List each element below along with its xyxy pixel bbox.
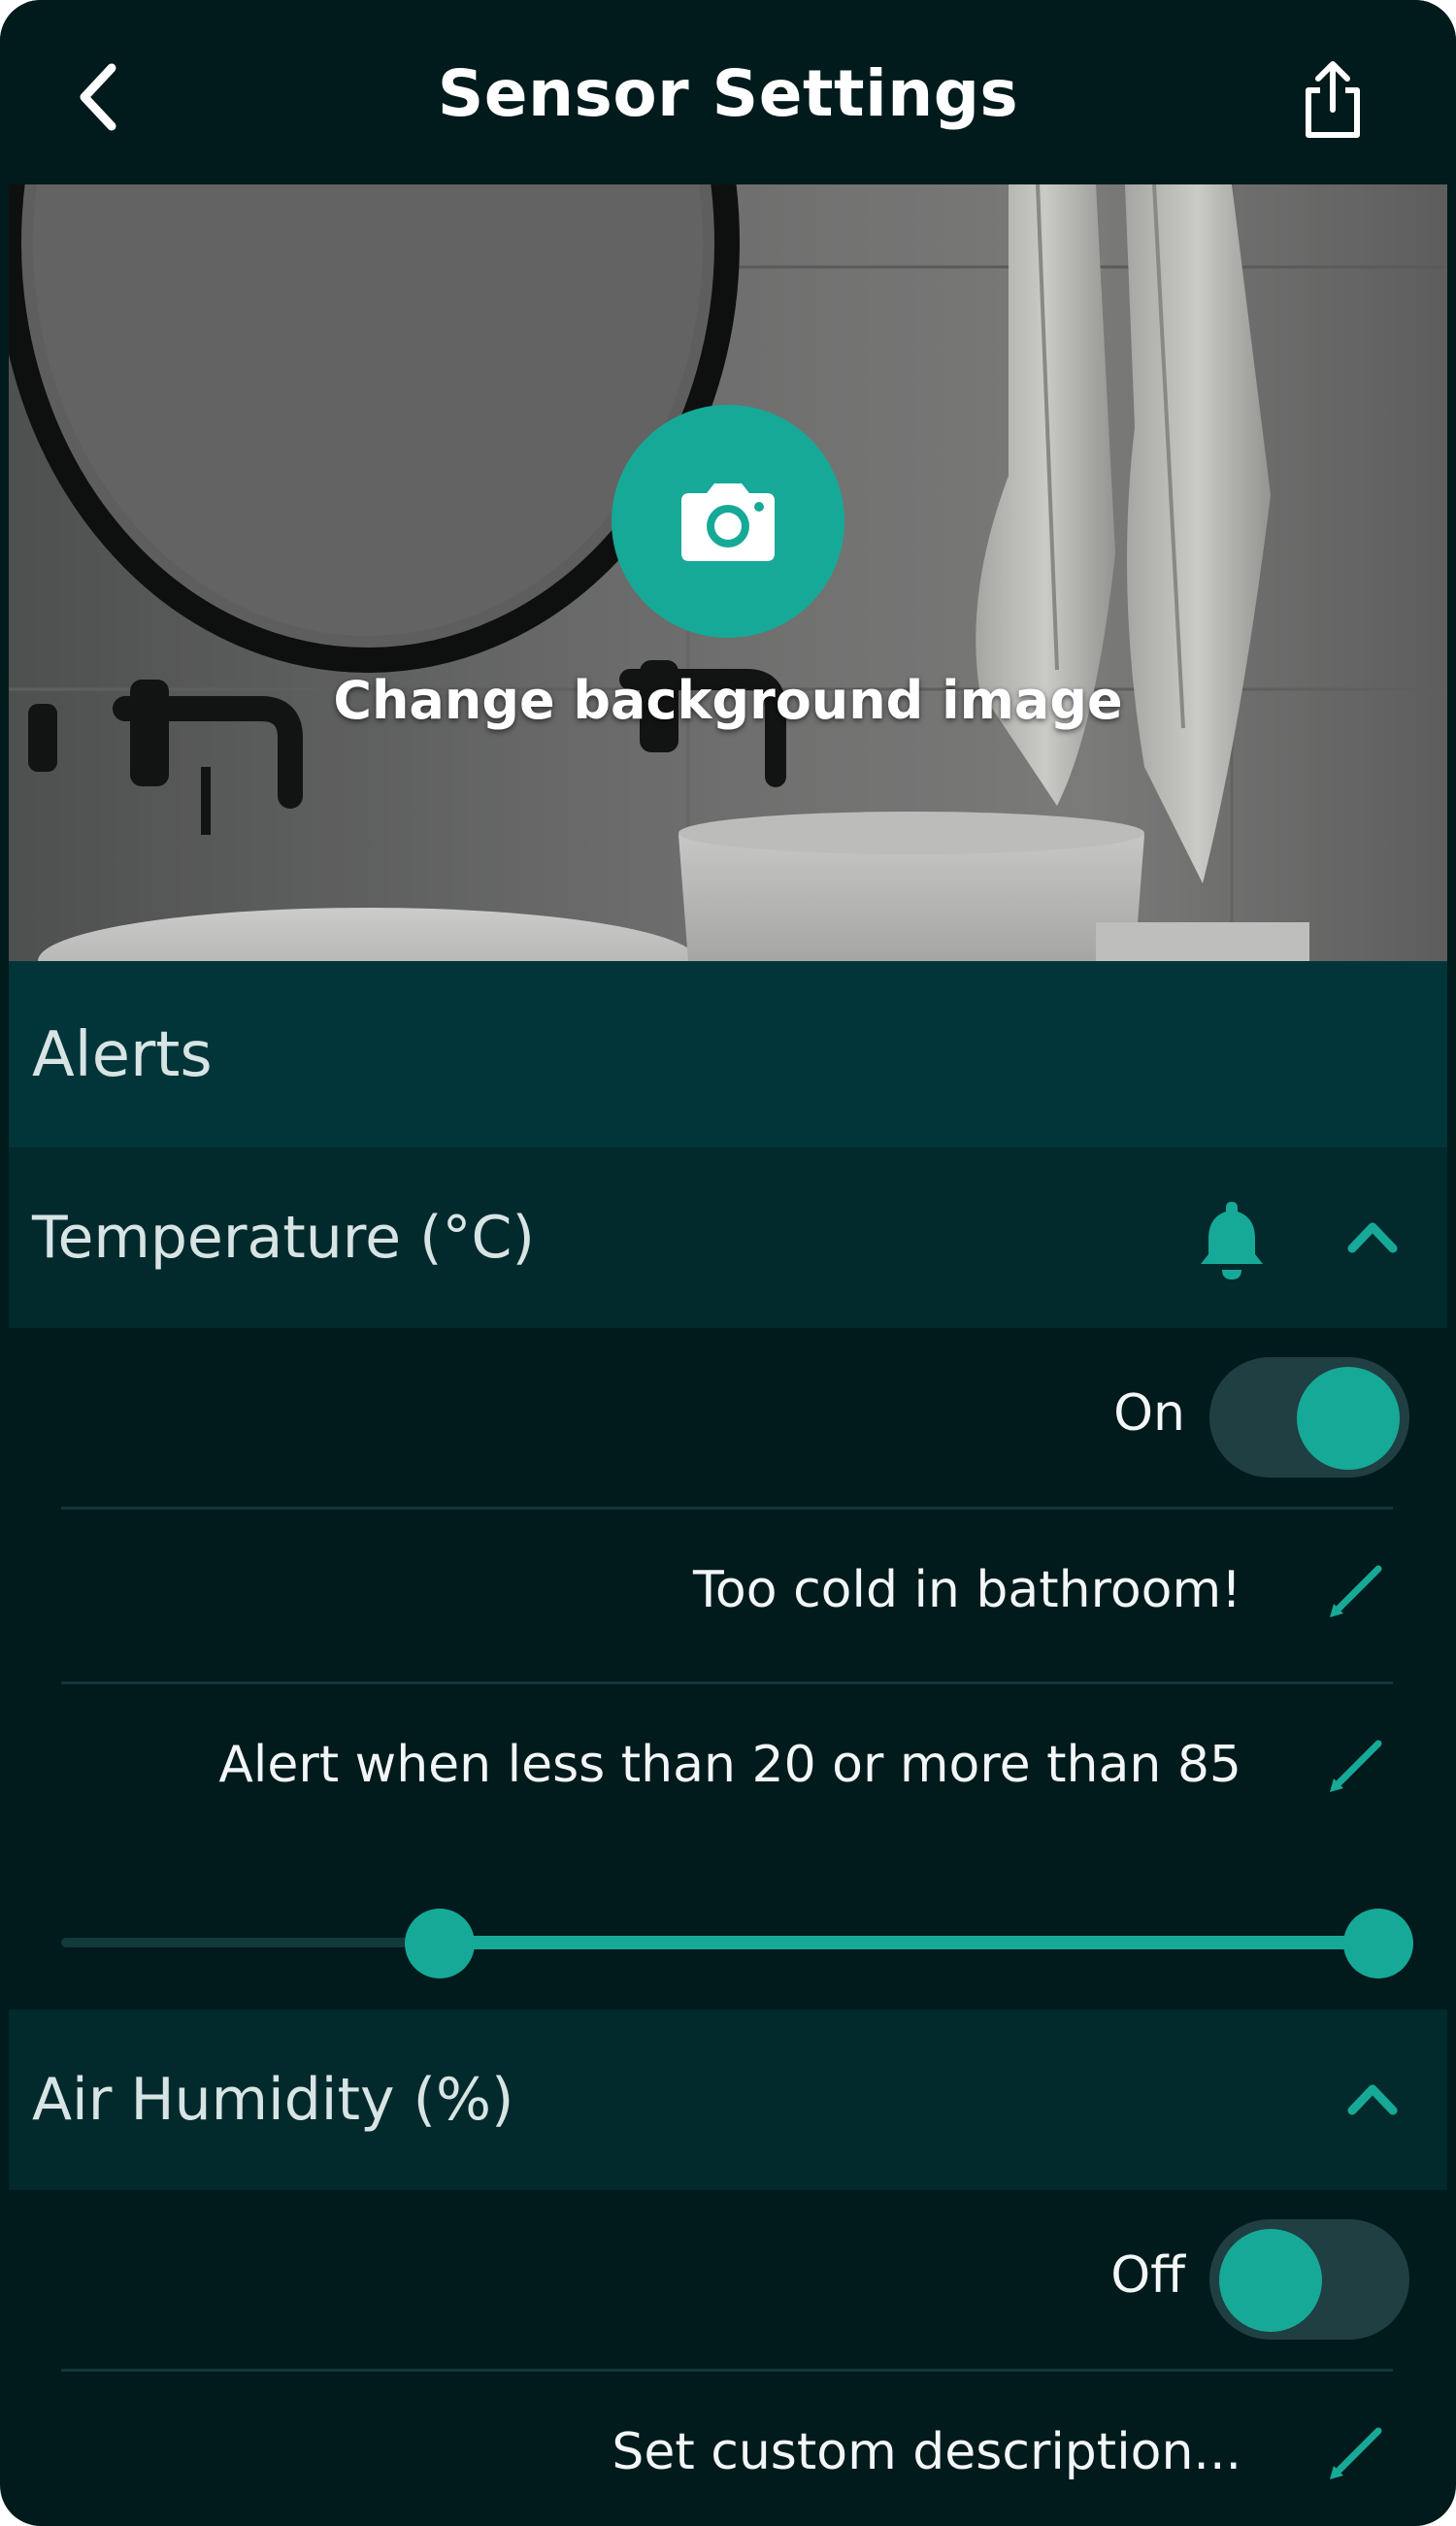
humidity-title: Air Humidity (%) [32, 2066, 514, 2134]
camera-icon [681, 483, 775, 561]
background-image[interactable]: Change background image [9, 184, 1447, 961]
temperature-range-text: Alert when less than 20 or more than 85 [218, 1736, 1241, 1794]
humidity-group-header[interactable]: Air Humidity (%) [9, 2010, 1447, 2190]
toggle-knob [1219, 2229, 1322, 2332]
temperature-range-row[interactable]: Alert when less than 20 or more than 85 [9, 1681, 1447, 1854]
temperature-group-header[interactable]: Temperature (°C) [9, 1147, 1447, 1328]
bell-icon [1201, 1202, 1263, 1280]
toggle-knob [1297, 1367, 1400, 1470]
humidity-description: Set custom description... [612, 2423, 1241, 2481]
humidity-description-row[interactable]: Set custom description... [9, 2369, 1447, 2526]
humidity-toggle-row: Off [9, 2192, 1447, 2365]
share-icon [1306, 61, 1360, 138]
pencil-icon[interactable] [1324, 1555, 1392, 1623]
change-background-label[interactable]: Change background image [9, 670, 1447, 731]
temperature-toggle-row: On [9, 1330, 1447, 1503]
sensor-settings-screen: Sensor Settings Change background image … [0, 0, 1456, 2526]
change-image-button[interactable] [612, 405, 844, 638]
top-bar: Sensor Settings [0, 0, 1456, 184]
slider-thumb-high[interactable] [1343, 1909, 1413, 1978]
slider-range-fill [440, 1936, 1387, 1949]
humidity-toggle-label: Off [1110, 2246, 1185, 2305]
chevron-up-icon[interactable] [1339, 2070, 1406, 2128]
alerts-section-header: Alerts [9, 961, 1447, 1147]
temperature-title: Temperature (°C) [32, 1204, 535, 1272]
temperature-toggle-label: On [1113, 1384, 1185, 1443]
pencil-icon[interactable] [1324, 2417, 1392, 2485]
slider-thumb-low[interactable] [405, 1909, 476, 1978]
temperature-description-row[interactable]: Too cold in bathroom! [9, 1507, 1447, 1679]
page-title: Sensor Settings [437, 56, 1019, 131]
temperature-alert-toggle[interactable] [1209, 1357, 1409, 1478]
temperature-description: Too cold in bathroom! [693, 1561, 1241, 1619]
share-button[interactable] [1291, 58, 1374, 142]
humidity-alert-toggle[interactable] [1209, 2219, 1409, 2340]
chevron-up-icon[interactable] [1339, 1208, 1406, 1266]
temperature-range-slider[interactable] [61, 1903, 1413, 1980]
alerts-title: Alerts [32, 1019, 213, 1091]
pencil-icon[interactable] [1324, 1730, 1392, 1798]
